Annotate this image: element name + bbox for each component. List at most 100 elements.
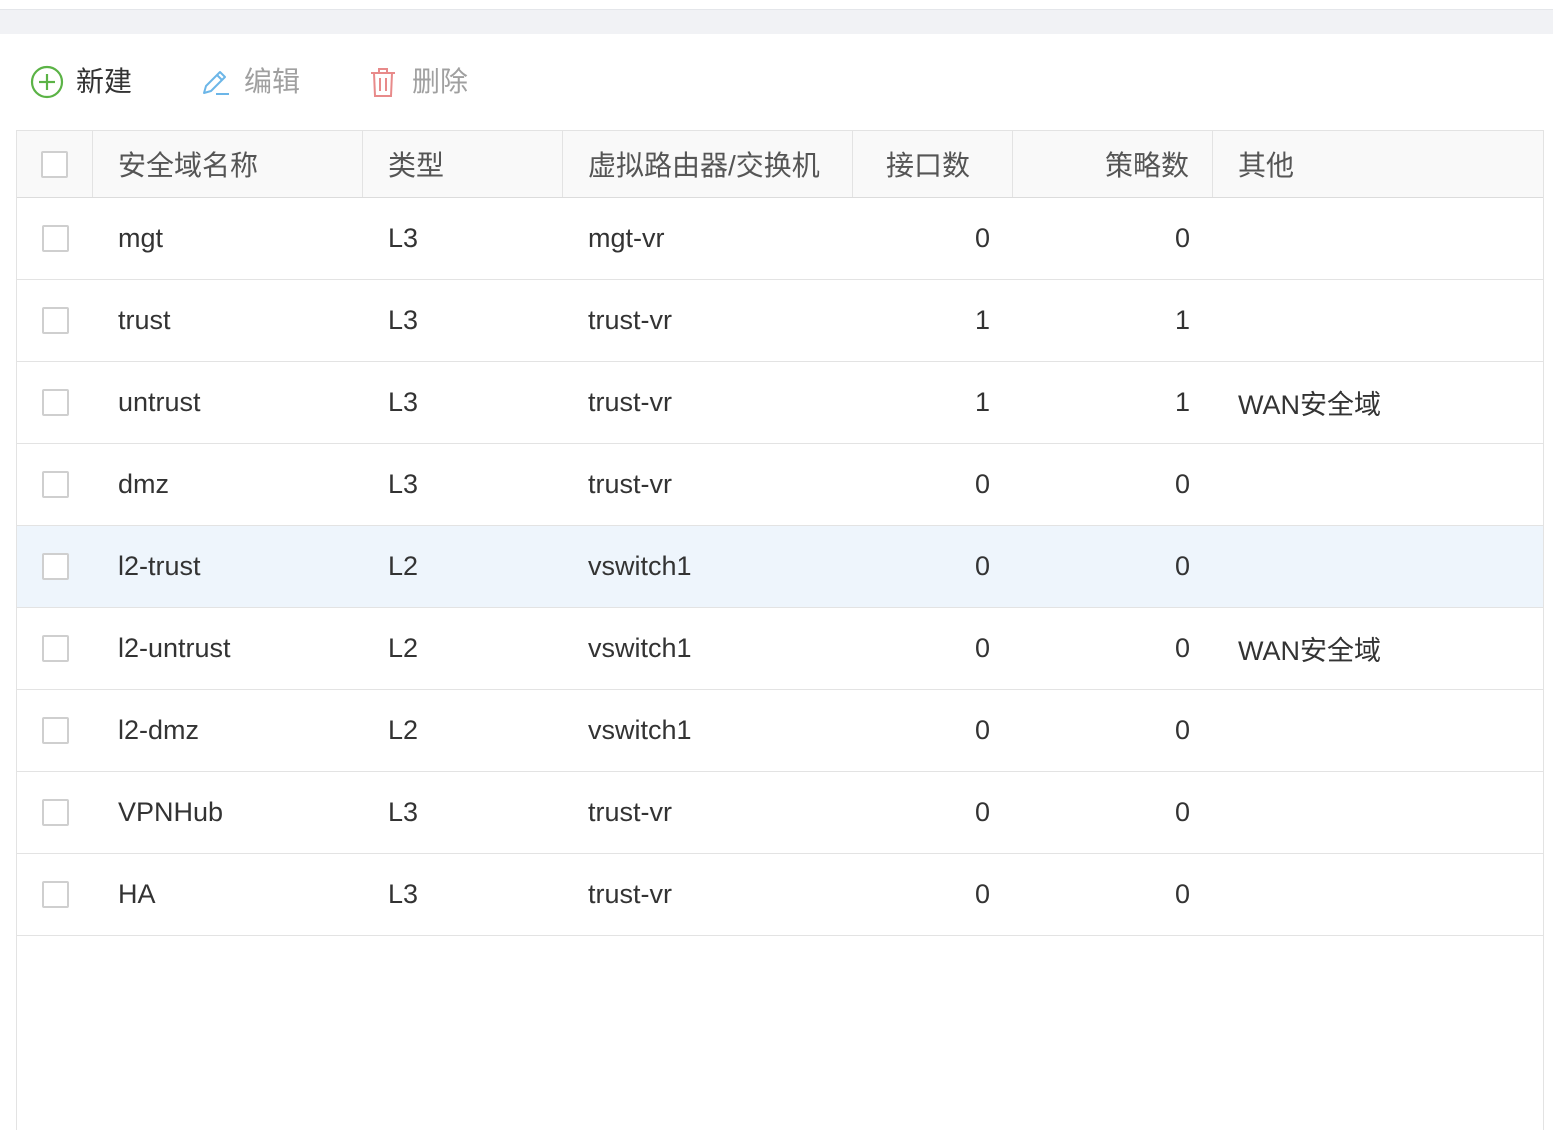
column-header-name[interactable]: 安全域名称 — [93, 131, 363, 197]
cell-interfaces: 1 — [974, 305, 990, 335]
table-row[interactable]: l2-trust L2 vswitch1 0 0 — [17, 526, 1543, 608]
pencil-icon — [198, 65, 232, 99]
cell-vr: trust-vr — [588, 797, 672, 827]
cell-vr: trust-vr — [588, 469, 672, 499]
row-checkbox-cell — [17, 854, 93, 935]
cell-other — [1213, 444, 1543, 525]
cell-policies: 0 — [1174, 797, 1190, 827]
cell-other — [1213, 198, 1543, 279]
table-row[interactable]: HA L3 trust-vr 0 0 — [17, 854, 1543, 936]
cell-other: WAN安全域 — [1238, 390, 1381, 420]
table-row[interactable]: untrust L3 trust-vr 1 1 WAN安全域 — [17, 362, 1543, 444]
cell-type: L2 — [388, 633, 419, 663]
table-row[interactable]: trust L3 trust-vr 1 1 — [17, 280, 1543, 362]
column-header-other[interactable]: 其他 — [1213, 131, 1543, 197]
cell-vr: trust-vr — [588, 305, 672, 335]
cell-interfaces: 0 — [974, 223, 990, 253]
cell-policies: 0 — [1174, 633, 1190, 663]
cell-other: WAN安全域 — [1238, 636, 1381, 666]
row-checkbox-cell — [17, 608, 93, 689]
cell-type: L3 — [388, 797, 419, 827]
column-header-interfaces[interactable]: 接口数 — [853, 131, 1013, 197]
cell-name: l2-untrust — [118, 633, 231, 663]
row-checkbox-cell — [17, 280, 93, 361]
row-checkbox-cell — [17, 690, 93, 771]
edit-button[interactable]: 编辑 — [198, 64, 300, 100]
column-header-vr[interactable]: 虚拟路由器/交换机 — [563, 131, 853, 197]
cell-policies: 1 — [1174, 305, 1190, 335]
cell-other — [1213, 526, 1543, 607]
row-checkbox[interactable] — [41, 635, 69, 662]
cell-name: untrust — [118, 387, 201, 417]
row-checkbox[interactable] — [41, 225, 69, 252]
table-header: 安全域名称 类型 虚拟路由器/交换机 接口数 策略数 其他 — [17, 131, 1543, 198]
cell-type: L2 — [388, 715, 419, 745]
column-header-policies[interactable]: 策略数 — [1013, 131, 1213, 197]
cell-policies: 1 — [1174, 387, 1190, 417]
trash-icon — [366, 65, 400, 99]
cell-interfaces: 0 — [974, 879, 990, 909]
row-checkbox-cell — [17, 772, 93, 853]
cell-name: mgt — [118, 223, 164, 253]
cell-vr: trust-vr — [588, 387, 672, 417]
cell-policies: 0 — [1174, 551, 1190, 581]
cell-name: l2-dmz — [118, 715, 200, 745]
row-checkbox-cell — [17, 198, 93, 279]
plus-circle-icon — [30, 65, 64, 99]
cell-policies: 0 — [1174, 879, 1190, 909]
cell-policies: 0 — [1174, 223, 1190, 253]
table-row[interactable]: l2-untrust L2 vswitch1 0 0 WAN安全域 — [17, 608, 1543, 690]
cell-other — [1213, 280, 1543, 361]
row-checkbox[interactable] — [41, 389, 69, 416]
row-checkbox-cell — [17, 444, 93, 525]
row-checkbox[interactable] — [41, 471, 69, 498]
cell-type: L3 — [388, 387, 419, 417]
cell-type: L3 — [388, 469, 419, 499]
cell-policies: 0 — [1174, 469, 1190, 499]
cell-other — [1213, 772, 1543, 853]
cell-interfaces: 0 — [974, 633, 990, 663]
cell-vr: vswitch1 — [588, 715, 692, 745]
cell-vr: trust-vr — [588, 879, 672, 909]
new-button-label: 新建 — [76, 66, 133, 97]
table-row[interactable]: mgt L3 mgt-vr 0 0 — [17, 198, 1543, 280]
cell-vr: vswitch1 — [588, 633, 692, 663]
cell-policies: 0 — [1174, 715, 1190, 745]
delete-button-label: 删除 — [412, 66, 469, 97]
select-all-checkbox[interactable] — [41, 150, 68, 178]
edit-button-label: 编辑 — [244, 66, 301, 97]
row-checkbox[interactable] — [41, 717, 69, 744]
row-checkbox[interactable] — [41, 799, 69, 826]
header-checkbox-cell — [17, 131, 93, 197]
table-row[interactable]: VPNHub L3 trust-vr 0 0 — [17, 772, 1543, 854]
cell-name: dmz — [118, 469, 170, 499]
cell-type: L2 — [388, 551, 419, 581]
cell-type: L3 — [388, 305, 419, 335]
new-button[interactable]: 新建 — [30, 64, 132, 100]
delete-button[interactable]: 删除 — [366, 64, 468, 100]
table-row[interactable]: l2-dmz L2 vswitch1 0 0 — [17, 690, 1543, 772]
zone-table: 安全域名称 类型 虚拟路由器/交换机 接口数 策略数 其他 mgt L3 mgt-v… — [16, 130, 1544, 1130]
cell-vr: vswitch1 — [588, 551, 692, 581]
row-checkbox[interactable] — [41, 881, 69, 908]
table-row[interactable]: dmz L3 trust-vr 0 0 — [17, 444, 1543, 526]
cell-interfaces: 1 — [974, 387, 990, 417]
toolbar: 新建 编辑 删除 — [0, 34, 1553, 130]
top-strip — [0, 9, 1553, 34]
cell-other — [1213, 854, 1543, 935]
row-checkbox-cell — [17, 362, 93, 443]
cell-type: L3 — [388, 223, 419, 253]
cell-name: l2-trust — [118, 551, 201, 581]
cell-name: trust — [118, 305, 171, 335]
row-checkbox-cell — [17, 526, 93, 607]
row-checkbox[interactable] — [41, 553, 69, 580]
cell-interfaces: 0 — [974, 715, 990, 745]
cell-interfaces: 0 — [974, 469, 990, 499]
cell-type: L3 — [388, 879, 419, 909]
row-checkbox[interactable] — [41, 307, 69, 334]
cell-vr: mgt-vr — [588, 223, 665, 253]
cell-other — [1213, 690, 1543, 771]
column-header-type[interactable]: 类型 — [363, 131, 563, 197]
cell-interfaces: 0 — [974, 797, 990, 827]
cell-name: VPNHub — [118, 797, 224, 827]
